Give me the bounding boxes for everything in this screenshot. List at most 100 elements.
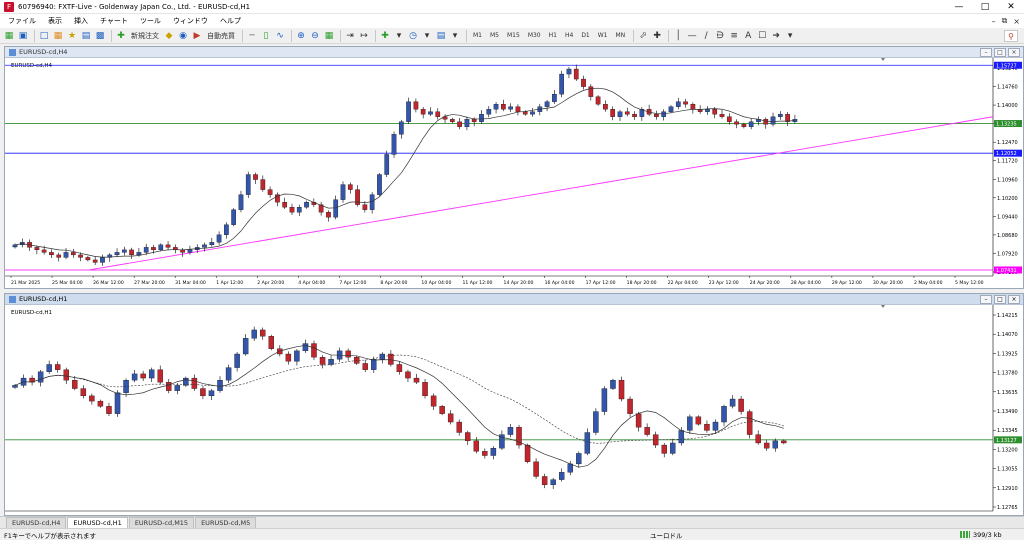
new-chart-icon[interactable]: ▦ bbox=[3, 29, 15, 42]
toolbar-separator bbox=[242, 29, 243, 42]
window-minimize-icon[interactable]: – bbox=[980, 295, 992, 304]
zoom-out-icon[interactable]: ⊖ bbox=[309, 29, 321, 42]
menu-item[interactable]: 表示 bbox=[42, 14, 68, 28]
x-tick-label: 31 Mar 04:00 bbox=[175, 280, 206, 286]
candle-body bbox=[764, 442, 770, 449]
candle-body bbox=[576, 453, 582, 465]
horizontal-line-icon[interactable]: — bbox=[686, 29, 698, 42]
candle-body bbox=[131, 373, 138, 381]
text-tool-icon[interactable]: A bbox=[742, 29, 754, 42]
candle-body bbox=[712, 421, 719, 431]
search-icon[interactable]: ⚲ bbox=[1004, 30, 1018, 42]
candle-body bbox=[253, 174, 258, 180]
window-close-icon[interactable]: × bbox=[1008, 295, 1020, 304]
chart-symbol-label: EURUSD-cd,H1 bbox=[11, 310, 52, 316]
candle-body bbox=[541, 476, 548, 485]
chart-tab[interactable]: EURUSD-cd,H1 bbox=[67, 517, 128, 528]
new-order-button[interactable]: 新規注文 bbox=[129, 29, 161, 42]
price-label-text: 1.12052 bbox=[996, 151, 1017, 157]
candle-body bbox=[695, 416, 702, 425]
candle-body bbox=[687, 416, 693, 431]
chart-tab-bar: EURUSD-cd,H4 EURUSD-cd,H1 EURUSD-cd,M15 EUR… bbox=[0, 516, 1024, 528]
tester-icon[interactable]: ▩ bbox=[94, 29, 106, 42]
indicators-icon[interactable]: ✚ bbox=[379, 29, 391, 42]
menu-item[interactable]: ウィンドウ bbox=[167, 14, 214, 28]
minimize-icon[interactable]: — bbox=[946, 0, 972, 14]
chart-window-h1[interactable]: EURUSD-cd,H1 – □ × EURUSD-cd,H1 1.14215 1.… bbox=[4, 293, 1024, 516]
new-order-icon[interactable]: ✚ bbox=[115, 29, 127, 42]
crosshair-icon[interactable]: ✚ bbox=[651, 29, 663, 42]
timeframe-button-d1[interactable]: D1 bbox=[578, 29, 592, 42]
menu-item[interactable]: ファイル bbox=[2, 14, 42, 28]
timeframe-button-mn[interactable]: MN bbox=[613, 29, 629, 42]
timeframe-button-w1[interactable]: W1 bbox=[595, 29, 611, 42]
mdi-restore-icon[interactable]: ⧉ bbox=[1002, 16, 1008, 26]
chart-tab[interactable]: EURUSD-cd,M5 bbox=[195, 517, 257, 528]
dropdown-arrow-icon[interactable]: ▾ bbox=[784, 29, 796, 42]
trendline-icon[interactable]: ∕ bbox=[700, 29, 712, 42]
data-window-icon[interactable]: ▦ bbox=[52, 29, 64, 42]
price-chart-h1[interactable]: EURUSD-cd,H1 1.14215 1.14070 1.13925 1.13780… bbox=[5, 305, 1023, 515]
chart-tab[interactable]: EURUSD-cd,M15 bbox=[128, 517, 195, 528]
channel-icon[interactable]: ⋻ bbox=[714, 29, 726, 42]
timeframe-button-h4[interactable]: H4 bbox=[562, 29, 576, 42]
tile-windows-icon[interactable]: ▦ bbox=[323, 29, 335, 42]
price-chart-h4[interactable]: EURUSD-cd,H41.152401.147601.140001.13235… bbox=[5, 58, 1023, 288]
line-chart-icon[interactable]: ∿ bbox=[274, 29, 286, 42]
bar-chart-icon[interactable]: ┄ bbox=[246, 29, 258, 42]
mdi-minimize-icon[interactable]: – bbox=[992, 17, 996, 26]
market-watch-icon[interactable]: □ bbox=[38, 29, 50, 42]
dropdown-arrow-icon[interactable]: ▾ bbox=[421, 29, 433, 42]
label-tool-icon[interactable]: ☐ bbox=[756, 29, 768, 42]
terminal-icon[interactable]: ▤ bbox=[80, 29, 92, 42]
candle-body bbox=[595, 96, 601, 105]
menu-item[interactable]: ツール bbox=[134, 14, 167, 28]
profiles-icon[interactable]: ▣ bbox=[17, 29, 29, 42]
candle-body bbox=[533, 461, 539, 477]
candlestick-icon[interactable]: ▯ bbox=[260, 29, 272, 42]
timeframe-button-m5[interactable]: M5 bbox=[487, 29, 502, 42]
y-tick-label: 1.12765 bbox=[997, 505, 1018, 511]
candle-body bbox=[566, 68, 572, 75]
zoom-in-icon[interactable]: ⊕ bbox=[295, 29, 307, 42]
window-minimize-icon[interactable]: – bbox=[980, 48, 992, 57]
menu-item[interactable]: チャート bbox=[94, 14, 134, 28]
chart-tab[interactable]: EURUSD-cd,H4 bbox=[6, 517, 67, 528]
maximize-icon[interactable]: □ bbox=[972, 0, 998, 14]
chart-shift-icon[interactable]: ↦ bbox=[358, 29, 370, 42]
metaeditor-icon[interactable]: ◆ bbox=[163, 29, 175, 42]
arrows-icon[interactable]: ➜ bbox=[770, 29, 782, 42]
dropdown-arrow-icon[interactable]: ▾ bbox=[393, 29, 405, 42]
navigator-icon[interactable]: ★ bbox=[66, 29, 78, 42]
timeframe-button-m15[interactable]: M15 bbox=[504, 29, 523, 42]
candle-body bbox=[741, 124, 747, 127]
menu-item[interactable]: 挿入 bbox=[68, 14, 94, 28]
toolbar-separator bbox=[375, 29, 376, 42]
x-tick-label: 17 Apr 12:00 bbox=[586, 280, 616, 286]
vertical-line-icon[interactable]: │ bbox=[672, 29, 684, 42]
menu-item[interactable]: ヘルプ bbox=[214, 14, 247, 28]
fibonacci-icon[interactable]: ≡ bbox=[728, 29, 740, 42]
window-restore-icon[interactable]: □ bbox=[994, 295, 1006, 304]
close-icon[interactable]: ✕ bbox=[998, 0, 1024, 14]
auto-trade-icon[interactable]: ▶ bbox=[191, 29, 203, 42]
candle-body bbox=[347, 184, 353, 190]
x-tick-label: 5 May 12:00 bbox=[955, 280, 984, 286]
candle-body bbox=[501, 104, 506, 110]
toolbar-separator bbox=[111, 29, 112, 42]
auto-trade-button[interactable]: 自動売買 bbox=[205, 29, 237, 42]
expert-icon[interactable]: ◉ bbox=[177, 29, 189, 42]
timeframe-button-h1[interactable]: H1 bbox=[546, 29, 560, 42]
timeframe-button-m1[interactable]: M1 bbox=[470, 29, 485, 42]
window-restore-icon[interactable]: □ bbox=[994, 48, 1006, 57]
cursor-icon[interactable]: ⬀ bbox=[637, 29, 649, 42]
mdi-close-icon[interactable]: × bbox=[1013, 17, 1020, 26]
timeframe-button-m30[interactable]: M30 bbox=[525, 29, 544, 42]
autoscroll-icon[interactable]: ⇥ bbox=[344, 29, 356, 42]
window-close-icon[interactable]: × bbox=[1008, 48, 1020, 57]
candle-body bbox=[490, 448, 497, 456]
templates-icon[interactable]: ▤ bbox=[435, 29, 447, 42]
chart-window-h4[interactable]: EURUSD-cd,H4 – □ × EURUSD-cd,H4 1.15240 1.… bbox=[4, 46, 1024, 289]
periods-icon[interactable]: ◷ bbox=[407, 29, 419, 42]
dropdown-arrow-icon[interactable]: ▾ bbox=[449, 29, 461, 42]
